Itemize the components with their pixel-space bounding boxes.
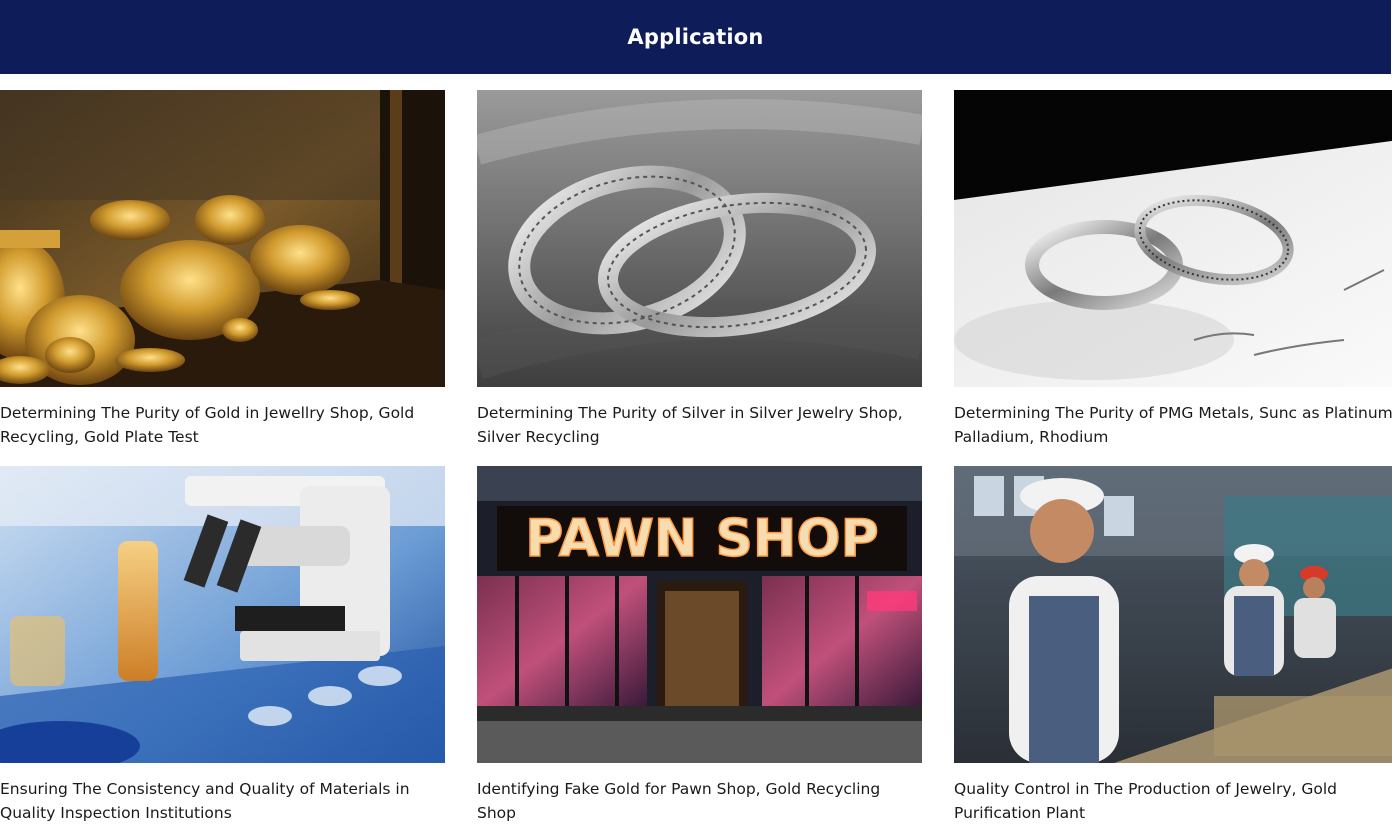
caption-line-1: Determining The Purity of PMG Metals, Su… [954, 404, 1392, 422]
gold-jewelry-image[interactable] [0, 90, 445, 387]
card-caption[interactable]: Determining The Purity of Gold in Jewell… [0, 401, 440, 449]
caption-line-2: Silver Recycling [477, 428, 600, 446]
card-caption[interactable]: Determining The Purity of Silver in Silv… [477, 401, 917, 449]
caption-line-1: Determining The Purity of Gold in Jewell… [0, 404, 415, 422]
card-caption[interactable]: Quality Control in The Production of Jew… [954, 777, 1392, 825]
section-header: Application [0, 0, 1391, 74]
caption-line-2: Quality Inspection Institutions [0, 804, 232, 822]
card-caption[interactable]: Identifying Fake Gold for Pawn Shop, Gol… [477, 777, 917, 825]
factory-workers-image[interactable] [954, 466, 1392, 763]
card-caption[interactable]: Ensuring The Consistency and Quality of … [0, 777, 440, 825]
caption-line-1: Identifying Fake Gold for Pawn Shop, Gol… [477, 780, 881, 798]
section-title: Application [627, 25, 764, 49]
caption-line-1: Ensuring The Consistency and Quality of … [0, 780, 410, 798]
silver-bracelets-image[interactable] [477, 90, 922, 387]
caption-line-2: Shop [477, 804, 516, 822]
pawn-shop-sign-text: PAWN SHOP [525, 509, 879, 569]
caption-line-2: Purification Plant [954, 804, 1086, 822]
pawn-shop-image[interactable]: PAWN SHOP [477, 466, 922, 763]
caption-line-1: Quality Control in The Production of Jew… [954, 780, 1338, 798]
card-caption[interactable]: Determining The Purity of PMG Metals, Su… [954, 401, 1392, 449]
platinum-rings-image[interactable] [954, 90, 1392, 387]
caption-line-1: Determining The Purity of Silver in Silv… [477, 404, 903, 422]
lab-microscope-image[interactable] [0, 466, 445, 763]
caption-line-2: Recycling, Gold Plate Test [0, 428, 199, 446]
caption-line-2: Palladium, Rhodium [954, 428, 1109, 446]
